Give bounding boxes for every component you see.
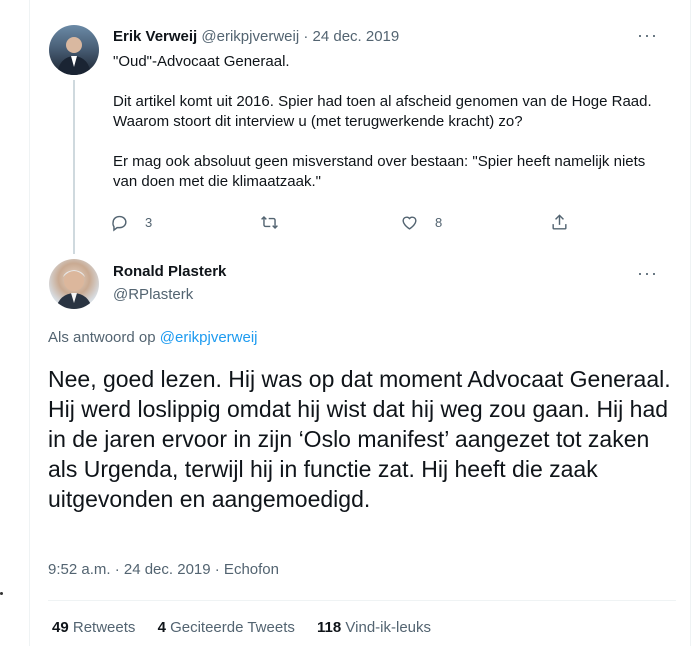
likes-count: 118: [317, 619, 342, 636]
author-name[interactable]: Erik Verweij: [113, 28, 197, 45]
header-separator: ·: [303, 28, 309, 45]
more-options-icon[interactable]: ···: [637, 26, 658, 44]
author-name[interactable]: Ronald Plasterk: [113, 263, 226, 280]
retweets-label: Retweets: [72, 619, 136, 636]
person-portrait-icon: [56, 270, 92, 309]
reply-to-handle-link[interactable]: @erikpjverweij: [160, 329, 258, 346]
quotes-label: Geciteerde Tweets: [170, 619, 295, 636]
like-count: 8: [435, 215, 443, 230]
likes-stat[interactable]: 118 Vind-ik-leuks: [317, 619, 431, 636]
column-border-left: [29, 0, 30, 646]
tweet-stats: 49 Retweets 4 Geciteerde Tweets 118 Vind…: [52, 619, 449, 636]
thread-connector-line: [73, 80, 75, 254]
tweet-paragraph: Er mag ook absoluut geen misverstand ove…: [113, 153, 646, 190]
retweets-stat[interactable]: 49 Retweets: [52, 619, 135, 636]
tweet-metadata[interactable]: 9:52 a.m. · 24 dec. 2019 · Echofon: [48, 561, 279, 578]
divider: [48, 600, 676, 601]
tweet-text: Nee, goed lezen. Hij was op dat moment A…: [48, 366, 671, 512]
retweet-icon: [261, 215, 278, 230]
scroll-marker: [0, 592, 3, 595]
tweet-actions: 3 8: [110, 213, 580, 235]
tweet-paragraph: "Oud"-Advocaat Generaal.: [113, 53, 290, 70]
reply-prefix: Als antwoord op: [48, 329, 156, 346]
person-silhouette-icon: [57, 37, 91, 75]
avatar-erik-verweij[interactable]: [49, 25, 99, 75]
author-handle[interactable]: @RPlasterk: [113, 286, 193, 303]
like-button[interactable]: 8: [400, 213, 442, 232]
reply-context: Als antwoord op @erikpjverweij: [48, 329, 258, 346]
tweet-header: Erik Verweij @erikpjverweij · 24 dec. 20…: [113, 28, 399, 45]
tweet-date[interactable]: 24 dec. 2019: [313, 28, 400, 45]
reply-icon: [112, 215, 127, 232]
reply-count: 3: [145, 215, 153, 230]
quotes-count: 4: [157, 619, 166, 636]
share-icon: [552, 214, 567, 230]
share-button[interactable]: [550, 213, 569, 232]
retweets-count: 49: [52, 619, 69, 636]
more-options-icon[interactable]: ···: [637, 264, 658, 282]
quotes-stat[interactable]: 4 Geciteerde Tweets: [158, 619, 295, 636]
reply-button[interactable]: 3: [110, 213, 152, 232]
tweet-text: "Oud"-Advocaat Generaal. Dit artikel kom…: [113, 52, 673, 192]
author-handle[interactable]: @erikpjverweij: [201, 28, 299, 45]
heart-icon: [402, 216, 417, 230]
column-border-right: [690, 0, 691, 646]
likes-label: Vind-ik-leuks: [345, 619, 432, 636]
avatar-ronald-plasterk[interactable]: [49, 259, 99, 309]
retweet-button[interactable]: [260, 213, 279, 232]
tweet-paragraph: Dit artikel komt uit 2016. Spier had toe…: [113, 93, 652, 130]
